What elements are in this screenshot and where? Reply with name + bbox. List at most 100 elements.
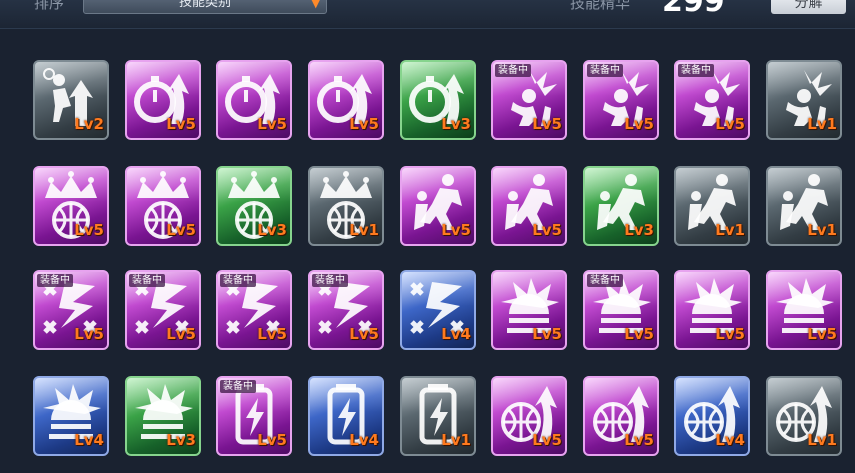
skill-level: Lv5 xyxy=(74,221,104,239)
card-shine xyxy=(402,378,474,413)
skill-level: Lv5 xyxy=(257,325,287,343)
skill-card[interactable]: Lv5 xyxy=(216,60,292,140)
skill-card[interactable]: Lv4 xyxy=(308,376,384,456)
skill-card[interactable]: 装备中 Lv5 xyxy=(583,270,659,350)
skill-level: Lv5 xyxy=(624,325,654,343)
card-shine xyxy=(402,168,474,203)
skill-level: Lv1 xyxy=(349,221,379,239)
skill-level: Lv5 xyxy=(349,325,379,343)
card-shine xyxy=(218,62,290,97)
skill-level: Lv5 xyxy=(349,115,379,133)
skill-card[interactable]: Lv3 xyxy=(125,376,201,456)
skill-level: Lv2 xyxy=(74,115,104,133)
skill-card[interactable]: Lv4 xyxy=(674,376,750,456)
skill-card[interactable]: Lv1 xyxy=(674,166,750,246)
skill-level: Lv5 xyxy=(166,221,196,239)
equipped-badge: 装备中 xyxy=(495,64,531,77)
equipped-badge: 装备中 xyxy=(220,274,256,287)
card-shine xyxy=(493,168,565,203)
skill-card[interactable]: Lv5 xyxy=(33,166,109,246)
skill-card[interactable]: Lv5 xyxy=(674,270,750,350)
skill-level: Lv4 xyxy=(349,431,379,449)
skill-card[interactable]: Lv5 xyxy=(491,166,567,246)
card-shine xyxy=(676,168,748,203)
skill-card[interactable]: 装备中 Lv5 xyxy=(216,376,292,456)
equipped-badge: 装备中 xyxy=(587,64,623,77)
card-shine xyxy=(127,62,199,97)
skill-card[interactable]: 装备中 Lv5 xyxy=(216,270,292,350)
skill-level: Lv1 xyxy=(807,221,837,239)
card-shine xyxy=(35,378,107,413)
skill-level: Lv5 xyxy=(441,221,471,239)
equipped-badge: 装备中 xyxy=(37,274,73,287)
skill-level: Lv5 xyxy=(715,115,745,133)
card-shine xyxy=(402,62,474,97)
skill-card[interactable]: 装备中 Lv5 xyxy=(583,60,659,140)
skill-level: Lv5 xyxy=(532,325,562,343)
skill-card[interactable]: Lv5 xyxy=(583,376,659,456)
skill-card[interactable]: Lv2 xyxy=(33,60,109,140)
card-shine xyxy=(768,168,840,203)
skill-level: Lv5 xyxy=(532,221,562,239)
skill-level: Lv3 xyxy=(624,221,654,239)
card-shine xyxy=(493,272,565,307)
skill-card[interactable]: Lv4 xyxy=(400,270,476,350)
skill-level: Lv5 xyxy=(624,431,654,449)
skill-card[interactable]: Lv5 xyxy=(766,270,842,350)
skill-level: Lv5 xyxy=(624,115,654,133)
skill-level: Lv3 xyxy=(166,431,196,449)
skill-card[interactable]: Lv4 xyxy=(33,376,109,456)
skill-card[interactable]: Lv5 xyxy=(491,270,567,350)
skill-level: Lv1 xyxy=(715,221,745,239)
skill-level: Lv5 xyxy=(807,325,837,343)
skill-level: Lv4 xyxy=(715,431,745,449)
card-shine xyxy=(218,168,290,203)
skill-card[interactable]: Lv5 xyxy=(491,376,567,456)
card-shine xyxy=(768,62,840,97)
skill-card[interactable]: Lv1 xyxy=(308,166,384,246)
skill-level: Lv5 xyxy=(166,115,196,133)
equipped-badge: 装备中 xyxy=(587,274,623,287)
skill-level: Lv5 xyxy=(166,325,196,343)
skill-level: Lv1 xyxy=(441,431,471,449)
skill-card[interactable]: Lv5 xyxy=(125,166,201,246)
card-shine xyxy=(127,378,199,413)
skill-card[interactable]: Lv5 xyxy=(125,60,201,140)
skill-level: Lv4 xyxy=(74,431,104,449)
skill-card[interactable]: Lv1 xyxy=(766,166,842,246)
skill-level: Lv3 xyxy=(257,221,287,239)
skill-level: Lv5 xyxy=(257,431,287,449)
skill-level: Lv5 xyxy=(74,325,104,343)
card-shine xyxy=(676,378,748,413)
skill-card[interactable]: Lv1 xyxy=(766,376,842,456)
skill-card[interactable]: 装备中 Lv5 xyxy=(674,60,750,140)
skill-level: Lv1 xyxy=(807,431,837,449)
equipped-badge: 装备中 xyxy=(312,274,348,287)
card-shine xyxy=(35,62,107,97)
skill-card[interactable]: 装备中 Lv5 xyxy=(308,270,384,350)
skill-card[interactable]: Lv1 xyxy=(766,60,842,140)
skill-card[interactable]: Lv1 xyxy=(400,376,476,456)
skill-level: Lv5 xyxy=(532,431,562,449)
equipped-badge: 装备中 xyxy=(129,274,165,287)
skill-card[interactable]: 装备中 Lv5 xyxy=(33,270,109,350)
card-shine xyxy=(493,378,565,413)
skill-level: Lv5 xyxy=(715,325,745,343)
card-shine xyxy=(310,378,382,413)
skill-card[interactable]: 装备中 Lv5 xyxy=(125,270,201,350)
skill-level: Lv1 xyxy=(807,115,837,133)
skill-level: Lv5 xyxy=(257,115,287,133)
skill-card[interactable]: Lv3 xyxy=(583,166,659,246)
card-shine xyxy=(402,272,474,307)
skill-card[interactable]: Lv5 xyxy=(308,60,384,140)
card-shine xyxy=(768,378,840,413)
card-shine xyxy=(585,378,657,413)
skill-card[interactable]: Lv3 xyxy=(216,166,292,246)
skill-card[interactable]: 装备中 Lv5 xyxy=(491,60,567,140)
equipped-badge: 装备中 xyxy=(678,64,714,77)
equipped-badge: 装备中 xyxy=(220,380,256,393)
skill-level: Lv5 xyxy=(532,115,562,133)
skill-card[interactable]: Lv3 xyxy=(400,60,476,140)
skill-card[interactable]: Lv5 xyxy=(400,166,476,246)
skill-level: Lv3 xyxy=(441,115,471,133)
